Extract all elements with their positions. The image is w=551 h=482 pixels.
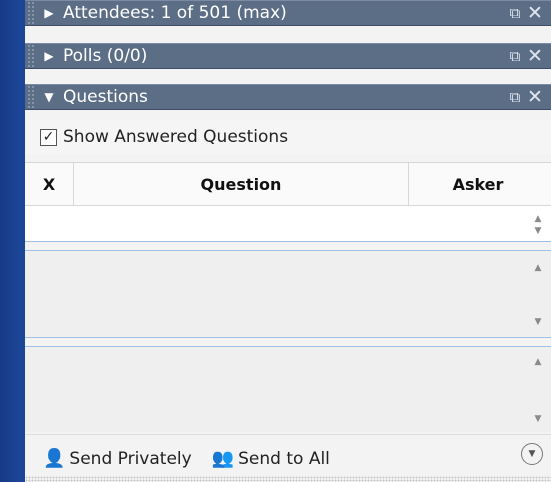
scroll-down-icon[interactable]: ▼ [531,414,545,424]
show-answered-label: Show Answered Questions [63,127,289,147]
send-to-all-label: Send to All [238,448,330,469]
send-to-all-button[interactable]: 👥 Send to All [212,448,330,469]
drag-grip-icon[interactable] [27,44,35,68]
restore-window-icon[interactable]: ⧉ [505,4,525,22]
pane-header-questions[interactable]: ▼ Questions ⧉ ✕ [25,84,551,110]
expand-arrow-icon[interactable]: ▶ [39,49,59,63]
person-icon: 👤 [43,448,66,469]
questions-list[interactable]: ▲ ▼ [25,206,551,242]
close-icon[interactable]: ✕ [525,2,545,24]
pane-title: Attendees: 1 of 501 (max) [63,3,287,23]
show-answered-checkbox[interactable]: ✓ [40,128,57,146]
chevron-down-circle-icon[interactable]: ▼ [521,443,543,465]
pane-title: Polls (0/0) [63,46,148,66]
collapse-arrow-icon[interactable]: ▼ [39,90,59,104]
close-icon[interactable]: ✕ [525,86,545,108]
restore-window-icon[interactable]: ⧉ [505,88,525,106]
questions-table-header: X Question Asker [25,162,551,206]
scroll-down-icon[interactable]: ▼ [531,226,545,236]
pane-header-polls[interactable]: ▶ Polls (0/0) ⧉ ✕ [25,43,551,69]
question-detail-area[interactable]: ▲ ▼ [25,250,551,338]
answer-input-area[interactable]: ▲ ▼ [25,346,551,432]
column-header-x[interactable]: X [25,163,74,205]
close-icon[interactable]: ✕ [525,45,545,67]
side-panel: ▶ Attendees: 1 of 501 (max) ⧉ ✕ ▶ Polls … [25,0,551,482]
column-header-asker[interactable]: Asker [409,163,547,205]
send-privately-button[interactable]: 👤 Send Privately [43,448,192,469]
scroll-up-icon[interactable]: ▲ [531,357,545,367]
restore-window-icon[interactable]: ⧉ [505,47,525,65]
send-privately-label: Send Privately [69,448,192,469]
people-icon: 👥 [211,448,235,469]
scroll-up-icon[interactable]: ▲ [531,263,545,273]
expand-arrow-icon[interactable]: ▶ [39,6,59,20]
drag-grip-icon[interactable] [27,85,35,109]
column-header-question[interactable]: Question [74,163,409,205]
scroll-down-icon[interactable]: ▼ [531,317,545,327]
pane-header-attendees[interactable]: ▶ Attendees: 1 of 501 (max) ⧉ ✕ [25,0,551,26]
resize-grip[interactable] [25,476,551,482]
scroll-up-icon[interactable]: ▲ [531,214,545,224]
questions-footer: 👤 Send Privately 👥 Send to All ▼ [25,434,551,482]
drag-grip-icon[interactable] [27,1,35,25]
pane-title: Questions [63,87,148,107]
show-answered-row[interactable]: ✓ Show Answered Questions [25,120,551,154]
